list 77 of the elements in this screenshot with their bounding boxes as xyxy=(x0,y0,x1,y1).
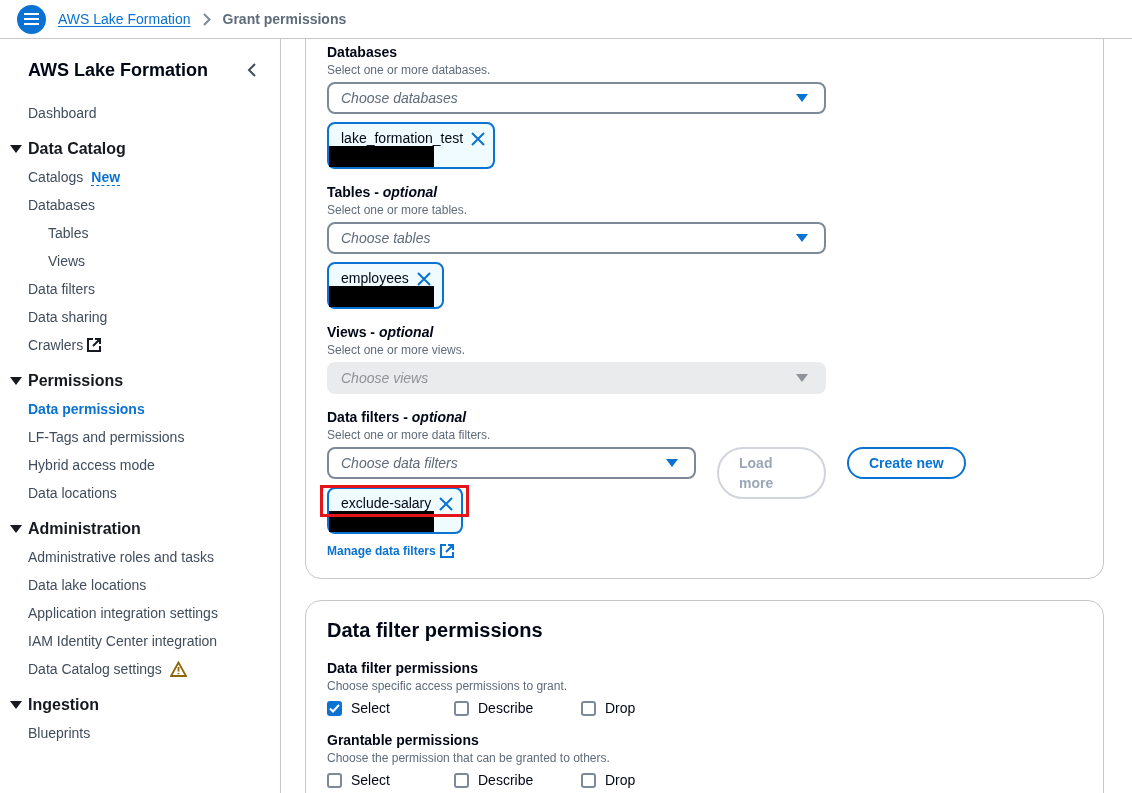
checkbox-label: Select xyxy=(351,771,390,790)
field-label: Views - optional xyxy=(327,323,435,342)
group-description: Choose the permission that can be granted to others. xyxy=(327,750,611,766)
remove-icon[interactable] xyxy=(471,131,486,146)
field-label: Tables - optional xyxy=(327,183,439,202)
field-description: Select one or more tables. xyxy=(327,202,469,218)
nav-item[interactable]: Databases xyxy=(28,194,95,216)
section-heading[interactable]: Data Catalog xyxy=(28,137,126,161)
nav-item[interactable]: Data lake locations xyxy=(28,574,147,596)
group-label: Data filter permissions xyxy=(327,659,479,678)
external-link-icon xyxy=(439,544,454,558)
field-label: Data filters - optional xyxy=(327,408,468,427)
field-label: Databases xyxy=(327,43,399,62)
caret-icon xyxy=(10,524,22,534)
nav-item[interactable]: IAM Identity Center integration xyxy=(28,630,218,652)
checkbox[interactable] xyxy=(454,773,469,788)
nav-item[interactable]: Administrative roles and tasks xyxy=(28,546,214,568)
external-link-icon xyxy=(87,338,102,352)
manage-filters-link[interactable]: Manage data filters xyxy=(327,542,1103,560)
caret-icon xyxy=(10,376,22,386)
caret-icon xyxy=(796,233,808,243)
group-label: Grantable permissions xyxy=(327,731,480,750)
nav-item[interactable]: Views xyxy=(48,250,86,272)
collapse-icon[interactable] xyxy=(247,63,256,77)
checkbox-label: Drop xyxy=(605,699,636,718)
caret-icon xyxy=(796,373,808,383)
nav-item[interactable]: Data sharing xyxy=(28,306,108,328)
checkbox[interactable] xyxy=(327,701,342,716)
token-label: exclude-salary xyxy=(341,494,432,513)
group-description: Choose specific access permissions to grant. xyxy=(327,678,569,694)
chevron-right-icon xyxy=(202,12,211,26)
checkbox[interactable] xyxy=(454,701,469,716)
select-field[interactable]: Choose tables xyxy=(327,222,826,254)
nav-item[interactable]: Hybrid access mode xyxy=(28,454,155,476)
section-heading[interactable]: Permissions xyxy=(28,369,124,393)
card-title: Data filter permissions xyxy=(327,618,544,643)
token-label: employees xyxy=(341,269,409,288)
caret-icon xyxy=(796,93,808,103)
sidebar-title: AWS Lake Formation xyxy=(28,58,209,82)
field-description: Select one or more databases. xyxy=(327,62,492,78)
token-label: lake_formation_test xyxy=(341,129,464,148)
warning-icon xyxy=(169,661,187,677)
field-description: Select one or more data filters. xyxy=(327,427,492,443)
checkbox[interactable] xyxy=(581,701,596,716)
caret-icon xyxy=(10,700,22,710)
field-description: Select one or more views. xyxy=(327,342,467,358)
nav-item[interactable]: Application integration settings xyxy=(28,602,218,624)
section-heading[interactable]: Ingestion xyxy=(28,693,100,717)
caret-icon xyxy=(10,144,22,154)
nav-item[interactable]: Crawlers xyxy=(28,334,84,356)
checkbox[interactable] xyxy=(581,773,596,788)
menu-icon xyxy=(24,13,39,25)
checkbox-label: Describe xyxy=(478,771,534,790)
checkbox-label: Drop xyxy=(605,771,636,790)
section-heading[interactable]: Administration xyxy=(28,517,141,541)
nav-item[interactable]: Data locations xyxy=(28,482,117,504)
remove-icon[interactable] xyxy=(416,271,431,286)
nav-item[interactable]: Catalogs xyxy=(28,166,84,188)
select-field[interactable]: Choose databases xyxy=(327,82,826,114)
checkbox[interactable] xyxy=(327,773,342,788)
menu-button[interactable] xyxy=(17,4,46,34)
select-field[interactable]: Choose data filters xyxy=(327,447,696,479)
create-new-button[interactable]: Create new xyxy=(847,447,966,479)
remove-icon[interactable] xyxy=(439,496,454,511)
breadcrumb[interactable]: AWS Lake Formation xyxy=(58,8,191,30)
nav-item[interactable]: Tables xyxy=(48,222,89,244)
nav-item[interactable]: Dashboard xyxy=(28,102,97,124)
nav-item[interactable]: Data Catalog settings xyxy=(28,658,162,680)
breadcrumb[interactable]: Grant permissions xyxy=(222,8,347,30)
nav-item[interactable]: Data filters xyxy=(28,278,95,300)
nav-item[interactable]: Data permissions xyxy=(28,398,145,420)
new-badge[interactable]: New xyxy=(91,168,121,186)
checkbox-label: Select xyxy=(351,699,390,718)
nav-item[interactable]: Blueprints xyxy=(28,722,91,744)
checkbox-label: Describe xyxy=(478,699,534,718)
caret-icon xyxy=(666,458,678,468)
nav-item[interactable]: LF-Tags and permissions xyxy=(28,426,185,448)
